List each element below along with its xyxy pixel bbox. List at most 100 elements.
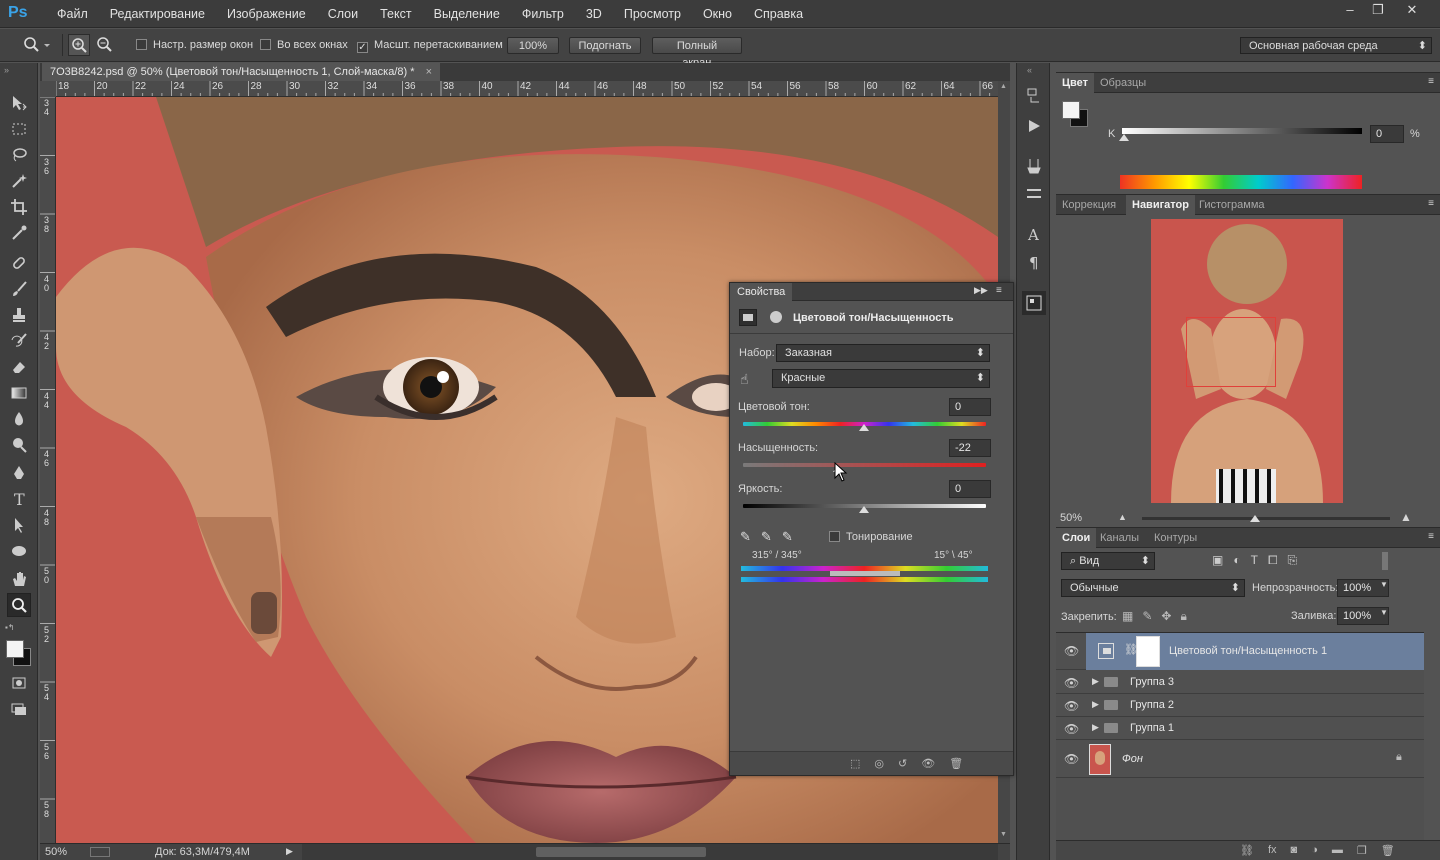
menu-3d[interactable]: 3D: [575, 0, 613, 28]
panel-menu-icon[interactable]: ≡: [996, 285, 1002, 296]
resize-windows-checkbox[interactable]: Настр. размер окон: [136, 37, 253, 54]
horizontal-ruler[interactable]: 18 20 22 24 26 28 30 32 34 36 38 40 42 44 46 48 50 52 54 56…: [56, 81, 998, 97]
document-tab[interactable]: 7O3B8242.psd @ 50% (Цветовой тон/Насыщен…: [42, 63, 441, 81]
menu-view[interactable]: Просмотр: [613, 0, 692, 28]
color-range-selector[interactable]: [830, 571, 900, 576]
expand-group-icon[interactable]: ▶: [1092, 699, 1099, 710]
color-k-thumb[interactable]: [1119, 134, 1129, 141]
saturation-value[interactable]: -22: [949, 439, 991, 457]
path-selection-tool-icon[interactable]: [7, 513, 31, 537]
preset-select[interactable]: Заказная ⬍: [776, 344, 990, 362]
filter-adjustment-icon[interactable]: ◐: [1233, 553, 1240, 568]
hand-tool-icon[interactable]: [7, 567, 31, 591]
menu-edit[interactable]: Редактирование: [99, 0, 216, 28]
tab-navigator[interactable]: Навигатор: [1126, 195, 1195, 215]
navigator-zoom-slider[interactable]: [1142, 517, 1390, 520]
navigator-thumbnail[interactable]: [1151, 219, 1343, 503]
visibility-eye-icon[interactable]: 👁︎: [1064, 676, 1079, 690]
layer-name[interactable]: Группа 1: [1130, 722, 1174, 734]
layer-row[interactable]: 👁︎ ▶ Группа 1: [1056, 717, 1424, 740]
reset-icon[interactable]: ↺: [898, 757, 907, 770]
layer-row[interactable]: 👁︎ ▶ Группа 3: [1056, 671, 1424, 694]
screen-mode-icon[interactable]: [7, 697, 31, 721]
colorize-checkbox[interactable]: Тонирование: [829, 531, 913, 543]
vertical-ruler[interactable]: 34 36 38 40 42 44 46 48 50 52 54 56 58: [40, 97, 56, 843]
crop-tool-icon[interactable]: [7, 195, 31, 219]
lock-position-icon[interactable]: ✥: [1161, 609, 1171, 624]
adjustment-mode-icon[interactable]: [739, 309, 757, 326]
restore-button[interactable]: ❐: [1362, 0, 1394, 20]
layer-name[interactable]: Группа 3: [1130, 676, 1174, 688]
layer-row[interactable]: 👁︎ Фон 🔒︎: [1056, 740, 1424, 778]
all-windows-checkbox[interactable]: Во всех окнах: [260, 37, 348, 54]
ruler-origin[interactable]: [40, 81, 56, 97]
panel-menu-icon[interactable]: ≡: [1428, 198, 1434, 209]
tab-histogram[interactable]: Гистограмма: [1193, 195, 1271, 215]
targeted-adjustment-hand-icon[interactable]: ☝︎: [740, 371, 749, 388]
add-mask-icon[interactable]: ◙: [1291, 844, 1298, 857]
layer-row[interactable]: 👁︎ ⛓︎ Цветовой тон/Насыщенность 1: [1056, 633, 1424, 670]
menu-select[interactable]: Выделение: [423, 0, 511, 28]
color-k-value[interactable]: 0: [1370, 125, 1404, 143]
status-menu-arrow-icon[interactable]: ▶: [286, 846, 293, 857]
tab-color[interactable]: Цвет: [1056, 73, 1095, 93]
tab-properties[interactable]: Свойства: [730, 283, 793, 301]
visibility-eye-icon[interactable]: 👁︎: [1064, 722, 1079, 736]
delete-layer-icon[interactable]: 🗑︎: [1381, 844, 1395, 857]
type-tool-icon[interactable]: T: [7, 487, 31, 511]
filter-shape-icon[interactable]: ⧠: [1268, 553, 1278, 568]
filter-type-icon[interactable]: T: [1251, 553, 1258, 568]
zoom-out-mountain-icon[interactable]: ▲: [1118, 512, 1127, 522]
expand-group-icon[interactable]: ▶: [1092, 722, 1099, 733]
zoom-in-mountain-icon[interactable]: ▲: [1400, 510, 1412, 524]
background-layer-thumbnail[interactable]: [1089, 744, 1111, 775]
tab-channels[interactable]: Каналы: [1094, 528, 1145, 548]
visibility-eye-icon[interactable]: 👁︎: [1064, 699, 1079, 713]
move-tool-icon[interactable]: [7, 91, 31, 115]
horizontal-scroll-thumb[interactable]: [536, 847, 706, 857]
quick-mask-icon[interactable]: [7, 671, 31, 695]
layer-filter-select[interactable]: ⌕ Вид ⬍: [1061, 552, 1155, 570]
mask-mode-icon[interactable]: [767, 309, 785, 326]
zoom-in-icon[interactable]: [68, 34, 90, 56]
color-foreground-swatch[interactable]: [1062, 101, 1080, 119]
clip-to-layer-icon[interactable]: ⬚: [850, 757, 860, 770]
filter-smart-object-icon[interactable]: ⎘: [1288, 553, 1298, 568]
new-adjustment-icon[interactable]: ◑: [1311, 844, 1318, 857]
status-zoom[interactable]: 50%: [45, 846, 67, 858]
visibility-eye-icon[interactable]: 👁︎: [1064, 752, 1079, 766]
link-layers-icon[interactable]: ⛓︎: [1240, 844, 1254, 857]
new-group-icon[interactable]: ▬: [1332, 844, 1343, 857]
marquee-tool-icon[interactable]: [7, 117, 31, 141]
layer-name[interactable]: Фон: [1122, 753, 1143, 765]
hue-slider-thumb[interactable]: [859, 424, 869, 431]
zoom-out-icon[interactable]: [94, 34, 116, 56]
color-k-slider[interactable]: [1122, 128, 1362, 134]
tab-paths[interactable]: Контуры: [1148, 528, 1203, 548]
menu-window[interactable]: Окно: [692, 0, 743, 28]
tab-layers[interactable]: Слои: [1056, 528, 1097, 548]
visibility-eye-icon[interactable]: 👁︎: [1064, 644, 1079, 658]
navigator-view-box[interactable]: [1186, 317, 1276, 387]
default-colors-icon[interactable]: ▪↰: [5, 623, 15, 632]
navigator-zoom-value[interactable]: 50%: [1060, 512, 1082, 524]
opacity-arrow-icon[interactable]: ▼: [1380, 580, 1388, 589]
menu-file[interactable]: Файл: [46, 0, 99, 28]
scroll-up-icon[interactable]: ▲: [1000, 83, 1007, 90]
paragraph-panel-icon[interactable]: ¶: [1025, 253, 1043, 274]
layer-mask-thumbnail[interactable]: [1136, 636, 1160, 667]
color-spectrum-bar[interactable]: [1120, 175, 1362, 189]
full-screen-button[interactable]: Полный экран: [652, 37, 742, 69]
blur-tool-icon[interactable]: [7, 407, 31, 431]
menu-filter[interactable]: Фильтр: [511, 0, 575, 28]
properties-header[interactable]: Свойства ▶▶ ≡: [730, 283, 1013, 301]
toggle-visibility-icon[interactable]: 👁︎: [921, 757, 935, 770]
history-panel-icon[interactable]: [1025, 87, 1043, 108]
eyedropper-tool-icon[interactable]: [7, 221, 31, 245]
eraser-tool-icon[interactable]: [7, 355, 31, 379]
dodge-tool-icon[interactable]: [7, 433, 31, 457]
lightness-slider-thumb[interactable]: [859, 506, 869, 513]
close-window-button[interactable]: ✕: [1396, 0, 1428, 20]
filter-toggle[interactable]: [1382, 552, 1388, 570]
menu-image[interactable]: Изображение: [216, 0, 317, 28]
